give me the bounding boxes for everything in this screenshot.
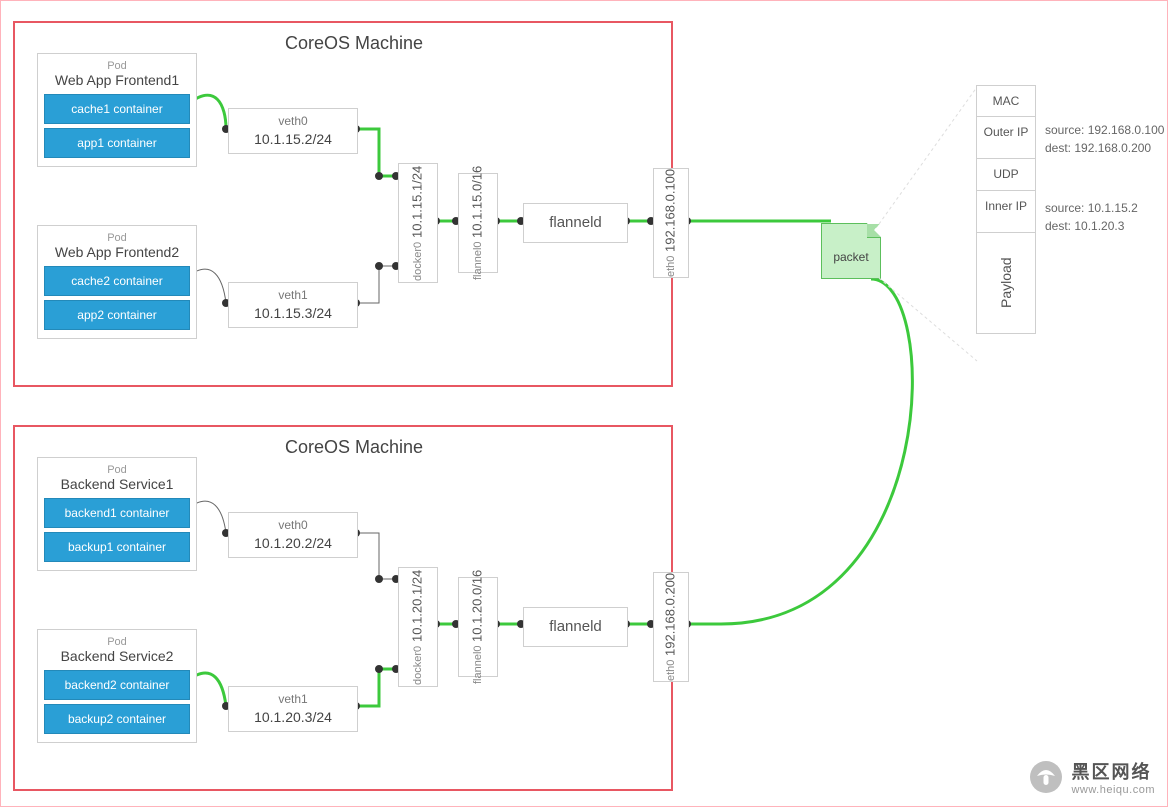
veth-ip: 10.1.20.3/24 xyxy=(254,708,332,727)
veth-ip: 10.1.15.3/24 xyxy=(254,304,332,323)
packet-layer-udp: UDP xyxy=(977,159,1035,190)
container-box: app1 container xyxy=(44,128,190,158)
veth0-box: veth0 10.1.15.2/24 xyxy=(228,108,358,154)
pod-web-frontend1: Pod Web App Frontend1 cache1 container a… xyxy=(37,53,197,167)
packet-layer-mac: MAC xyxy=(977,86,1035,117)
machine-1: CoreOS Machine Pod Web App Frontend1 cac… xyxy=(13,21,673,387)
packet-icon: packet xyxy=(821,223,881,279)
pod-backend-service2: Pod Backend Service2 backend2 container … xyxy=(37,629,197,743)
eth0-box: eth0 192.168.0.200 xyxy=(653,572,689,682)
pod-backend-service1: Pod Backend Service1 backend1 container … xyxy=(37,457,197,571)
veth0-box: veth0 10.1.20.2/24 xyxy=(228,512,358,558)
machine-2: CoreOS Machine Pod Backend Service1 back… xyxy=(13,425,673,791)
docker0-box: docker0 10.1.20.1/24 xyxy=(398,567,438,687)
veth-label: veth1 xyxy=(278,287,307,303)
pod-label: Pod xyxy=(44,464,190,476)
flannel0-box: flannel0 10.1.20.0/16 xyxy=(458,577,498,677)
container-box: app2 container xyxy=(44,300,190,330)
container-box: backup2 container xyxy=(44,704,190,734)
veth-label: veth0 xyxy=(278,517,307,533)
mushroom-icon xyxy=(1029,760,1063,794)
veth-label: veth1 xyxy=(278,691,307,707)
container-box: cache1 container xyxy=(44,94,190,124)
machine-title: CoreOS Machine xyxy=(285,437,423,458)
container-box: backend2 container xyxy=(44,670,190,700)
packet-headers-table: MAC Outer IP UDP Inner IP Payload xyxy=(976,85,1036,334)
packet-layer-inner-ip: Inner IP xyxy=(977,191,1035,233)
pod-label: Pod xyxy=(44,232,190,244)
flanneld-box: flanneld xyxy=(523,607,628,647)
inner-ip-annotation: source: 10.1.15.2 dest: 10.1.20.3 xyxy=(1045,199,1138,235)
veth-label: veth0 xyxy=(278,113,307,129)
veth-ip: 10.1.15.2/24 xyxy=(254,130,332,149)
container-box: backup1 container xyxy=(44,532,190,562)
pod-label: Pod xyxy=(44,60,190,72)
veth1-box: veth1 10.1.15.3/24 xyxy=(228,282,358,328)
veth1-box: veth1 10.1.20.3/24 xyxy=(228,686,358,732)
flanneld-box: flanneld xyxy=(523,203,628,243)
container-box: cache2 container xyxy=(44,266,190,296)
pod-name: Web App Frontend2 xyxy=(44,244,190,260)
pod-label: Pod xyxy=(44,636,190,648)
machine-title: CoreOS Machine xyxy=(285,33,423,54)
flannel0-box: flannel0 10.1.15.0/16 xyxy=(458,173,498,273)
veth-ip: 10.1.20.2/24 xyxy=(254,534,332,553)
outer-ip-annotation: source: 192.168.0.100 dest: 192.168.0.20… xyxy=(1045,121,1164,157)
packet-layer-outer-ip: Outer IP xyxy=(977,117,1035,159)
pod-name: Backend Service2 xyxy=(44,648,190,664)
watermark-title: 黑区网络 xyxy=(1071,758,1155,784)
pod-name: Backend Service1 xyxy=(44,476,190,492)
packet-layer-payload: Payload xyxy=(998,233,1015,333)
watermark: 黑区网络 www.heiqu.com xyxy=(1029,758,1155,796)
eth0-box: eth0 192.168.0.100 xyxy=(653,168,689,278)
pod-name: Web App Frontend1 xyxy=(44,72,190,88)
docker0-box: docker0 10.1.15.1/24 xyxy=(398,163,438,283)
watermark-url: www.heiqu.com xyxy=(1071,784,1155,796)
pod-web-frontend2: Pod Web App Frontend2 cache2 container a… xyxy=(37,225,197,339)
container-box: backend1 container xyxy=(44,498,190,528)
